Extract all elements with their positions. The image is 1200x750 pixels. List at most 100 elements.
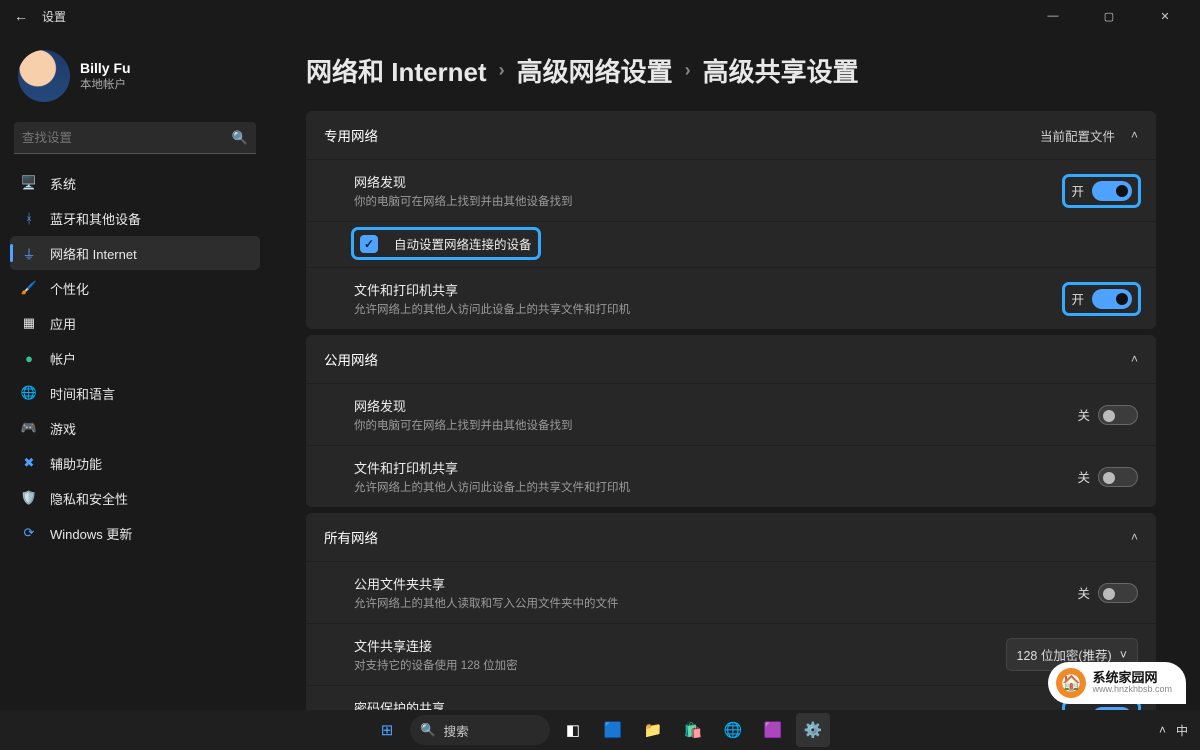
checkbox-auto-setup[interactable]: ✓ xyxy=(360,235,378,253)
panel-head-public[interactable]: 公用网络 ˄ xyxy=(306,335,1156,383)
sidebar-item-time-language[interactable]: 🌐时间和语言 xyxy=(10,376,260,410)
sidebar-item-label: Windows 更新 xyxy=(50,524,132,543)
bluetooth-icon: ᚼ xyxy=(20,209,38,227)
sidebar-item-windows-update[interactable]: ⟳ Windows 更新 xyxy=(10,516,260,550)
sidebar-item-label: 帐户 xyxy=(50,349,76,368)
user-block[interactable]: Billy Fu 本地帐户 xyxy=(10,44,260,116)
panel-all-networks: 所有网络 ˄ 公用文件夹共享 允许网络上的其他人读取和写入公用文件夹中的文件 关… xyxy=(306,513,1156,710)
person-icon: ● xyxy=(20,349,38,367)
checkbox-label: 自动设置网络连接的设备 xyxy=(394,234,532,253)
chevron-up-icon: ˄ xyxy=(1131,530,1138,544)
row-desc: 允许网络上的其他人访问此设备上的共享文件和打印机 xyxy=(354,301,630,317)
toggle-file-print-private[interactable] xyxy=(1092,289,1132,309)
sidebar-item-label: 系统 xyxy=(50,174,76,193)
sidebar-item-apps[interactable]: ▦ 应用 xyxy=(10,306,260,340)
taskbar: ⊞ 🔍 搜索 ◧ 🟦 📁 🛍️ 🌐 🟪 ⚙️ ˄ 中 xyxy=(0,710,1200,750)
panel-title: 所有网络 xyxy=(324,527,378,547)
sidebar-item-personalization[interactable]: 🖌️ 个性化 xyxy=(10,271,260,305)
sidebar-item-privacy[interactable]: 🛡️隐私和安全性 xyxy=(10,481,260,515)
row-network-discovery-private: 网络发现 你的电脑可在网络上找到并由其他设备找到 开 xyxy=(306,159,1156,221)
sidebar: Billy Fu 本地帐户 🔍 🖥️ 系统 ᚼ 蓝牙和其他设备 ⏚ 网络和 Inter… xyxy=(0,32,270,710)
close-button[interactable]: ✕ xyxy=(1142,0,1188,32)
row-public-folder: 公用文件夹共享 允许网络上的其他人读取和写入公用文件夹中的文件 关 xyxy=(306,561,1156,623)
sidebar-item-network[interactable]: ⏚ 网络和 Internet xyxy=(10,236,260,270)
avatar xyxy=(18,50,70,102)
row-file-print-private: 文件和打印机共享 允许网络上的其他人访问此设备上的共享文件和打印机 开 xyxy=(306,267,1156,329)
sidebar-item-label: 蓝牙和其他设备 xyxy=(50,209,141,228)
crumb-advanced-sharing: 高级共享设置 xyxy=(703,52,859,89)
search-input[interactable] xyxy=(22,131,232,145)
crumb-advanced-network[interactable]: 高级网络设置 xyxy=(517,52,673,89)
panel-title: 公用网络 xyxy=(324,349,378,369)
toggle-network-discovery-private[interactable] xyxy=(1092,181,1132,201)
search-input-wrap[interactable]: 🔍 xyxy=(14,122,256,154)
sidebar-item-system[interactable]: 🖥️ 系统 xyxy=(10,166,260,200)
main-content: 网络和 Internet › 高级网络设置 › 高级共享设置 专用网络 当前配置… xyxy=(270,32,1200,710)
explorer-button[interactable]: 📁 xyxy=(636,713,670,747)
display-icon: 🖥️ xyxy=(20,174,38,192)
watermark: 🏠 系统家园网 www.hnzkhbsb.com xyxy=(1048,662,1186,704)
taskbar-search[interactable]: 🔍 搜索 xyxy=(410,715,550,745)
chevron-right-icon: › xyxy=(685,60,691,81)
panel-title: 专用网络 xyxy=(324,125,378,145)
row-desc: 对支持它的设备使用 128 位加密 xyxy=(354,657,518,673)
update-icon: ⟳ xyxy=(20,524,38,542)
panel-head-all[interactable]: 所有网络 ˄ xyxy=(306,513,1156,561)
row-desc: 你的电脑可在网络上找到并由其他设备找到 xyxy=(354,193,573,209)
toggle-public-folder[interactable] xyxy=(1098,583,1138,603)
chevron-up-icon: ˄ xyxy=(1131,352,1138,366)
toggle-network-discovery-public[interactable] xyxy=(1098,405,1138,425)
edge-button[interactable]: 🌐 xyxy=(716,713,750,747)
accessibility-icon: ✖ xyxy=(20,454,38,472)
task-view-button[interactable]: ◧ xyxy=(556,713,590,747)
copilot-button[interactable]: 🟪 xyxy=(756,713,790,747)
toggle-label: 开 xyxy=(1071,181,1084,200)
settings-app-button[interactable]: ⚙️ xyxy=(796,713,830,747)
brush-icon: 🖌️ xyxy=(20,279,38,297)
panel-head-private[interactable]: 专用网络 当前配置文件 ˄ xyxy=(306,111,1156,159)
sidebar-item-label: 应用 xyxy=(50,314,76,333)
toggle-file-print-public[interactable] xyxy=(1098,467,1138,487)
search-icon[interactable]: 🔍 xyxy=(232,130,248,146)
sidebar-item-label: 隐私和安全性 xyxy=(50,489,128,508)
start-button[interactable]: ⊞ xyxy=(370,713,404,747)
crumb-network[interactable]: 网络和 Internet xyxy=(306,52,487,89)
apps-icon: ▦ xyxy=(20,314,38,332)
row-desc: 允许网络上的其他人读取和写入公用文件夹中的文件 xyxy=(354,595,619,611)
sidebar-item-bluetooth[interactable]: ᚼ 蓝牙和其他设备 xyxy=(10,201,260,235)
chevron-down-icon: ˅ xyxy=(1120,648,1127,662)
gamepad-icon: 🎮 xyxy=(20,419,38,437)
current-profile-tag: 当前配置文件 xyxy=(1040,126,1115,145)
sidebar-item-label: 时间和语言 xyxy=(50,384,115,403)
chevron-up-icon: ˄ xyxy=(1131,128,1138,142)
toggle-highlighted: 开 xyxy=(1065,177,1138,205)
sidebar-item-gaming[interactable]: 🎮游戏 xyxy=(10,411,260,445)
ime-indicator[interactable]: 中 xyxy=(1176,722,1188,739)
row-title: 网络发现 xyxy=(354,172,573,191)
tray-chevron-up-icon[interactable]: ˄ xyxy=(1159,723,1166,737)
back-icon[interactable]: ← xyxy=(14,8,28,24)
toggle-label: 关 xyxy=(1077,467,1090,486)
watermark-title: 系统家园网 xyxy=(1092,671,1172,685)
row-file-print-public: 文件和打印机共享 允许网络上的其他人访问此设备上的共享文件和打印机 关 xyxy=(306,445,1156,507)
row-title: 网络发现 xyxy=(354,396,573,415)
toggle-label: 关 xyxy=(1077,405,1090,424)
sidebar-item-label: 个性化 xyxy=(50,279,89,298)
widgets-button[interactable]: 🟦 xyxy=(596,713,630,747)
titlebar: ← 设置 — ▢ ✕ xyxy=(0,0,1200,32)
row-auto-setup: ✓ 自动设置网络连接的设备 xyxy=(306,221,1156,267)
sidebar-item-accounts[interactable]: ● 帐户 xyxy=(10,341,260,375)
toggle-label: 开 xyxy=(1071,289,1084,308)
panel-private-network: 专用网络 当前配置文件 ˄ 网络发现 你的电脑可在网络上找到并由其他设备找到 开 xyxy=(306,111,1156,329)
maximize-button[interactable]: ▢ xyxy=(1086,0,1132,32)
checkbox-highlighted: ✓ 自动设置网络连接的设备 xyxy=(354,230,538,257)
ms-store-button[interactable]: 🛍️ xyxy=(676,713,710,747)
row-title: 公用文件夹共享 xyxy=(354,574,619,593)
sidebar-item-accessibility[interactable]: ✖辅助功能 xyxy=(10,446,260,480)
row-network-discovery-public: 网络发现 你的电脑可在网络上找到并由其他设备找到 关 xyxy=(306,383,1156,445)
taskbar-search-label: 搜索 xyxy=(444,721,469,740)
sidebar-item-label: 网络和 Internet xyxy=(50,244,137,263)
minimize-button[interactable]: — xyxy=(1030,0,1076,32)
wifi-icon: ⏚ xyxy=(20,244,38,262)
search-icon: 🔍 xyxy=(420,723,436,738)
